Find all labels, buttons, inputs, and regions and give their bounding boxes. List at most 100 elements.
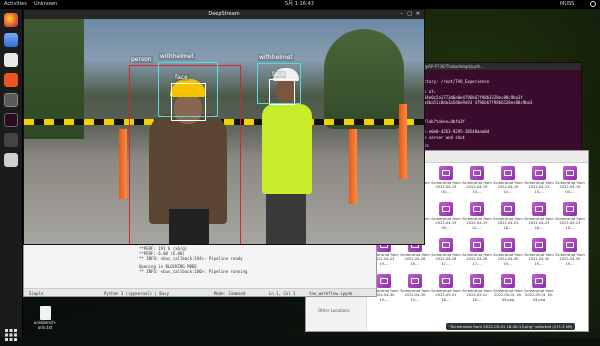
file-item[interactable]: Screenshot from 2022-04-19 00-... — [555, 166, 585, 198]
image-file-icon — [501, 274, 515, 288]
image-file-icon — [408, 274, 422, 288]
file-item[interactable]: Screenshot from 2022-04-26 17-... — [431, 238, 461, 270]
desktop-icon-label: unixbench-orin.txt — [33, 320, 57, 330]
file-item[interactable]: Screenshot from 2022-04-19 10-... — [493, 166, 523, 198]
terminal-title: @AP-P736/ThaboAdapt/pyth... — [421, 63, 581, 70]
desktop-icon-unixbench[interactable]: unixbench-orin.txt — [30, 306, 60, 330]
minimize-icon[interactable]: – — [401, 10, 404, 19]
image-file-icon — [439, 238, 453, 252]
text-file-icon — [39, 306, 51, 320]
software-icon[interactable] — [4, 73, 18, 87]
image-file-icon — [439, 274, 453, 288]
app-menu[interactable]: Unknown — [34, 0, 57, 9]
clock[interactable]: 5月 1 16:43 — [285, 0, 314, 9]
image-file-icon — [532, 166, 546, 180]
file-item[interactable]: Screenshot from 2022-05-01 16-43.png — [524, 274, 554, 306]
jupyter-icon[interactable] — [4, 133, 18, 147]
file-label: Screenshot from 2022-04-19 00-... — [431, 217, 461, 230]
file-label: Screenshot from 2022-04-23 13-... — [524, 181, 554, 194]
file-label: Screenshot from 2022-05-01 16-43.png — [493, 289, 523, 302]
file-label: Screenshot from 2022-04-26 16-... — [400, 253, 430, 266]
app-grid-icon[interactable] — [4, 327, 18, 341]
file-item[interactable]: Screenshot from 2022-04-19 01-... — [462, 202, 492, 234]
file-label: Screenshot from 2022-04-26 17-... — [462, 253, 492, 266]
image-file-icon — [377, 274, 391, 288]
file-item[interactable]: Screenshot from 2022-04-19 00-... — [431, 202, 461, 234]
bbox-label: face — [271, 71, 286, 78]
file-item[interactable]: Screenshot from 2022-04-26 17-... — [462, 238, 492, 270]
file-label: Screenshot from 2022-04-26 17-... — [431, 253, 461, 266]
power-icon[interactable] — [590, 1, 596, 7]
traffic-cone — [119, 129, 127, 199]
output-line: ** INFO: <bus_callback:194>: Pipeline re… — [139, 256, 243, 261]
status-simple[interactable]: Simple — [29, 291, 43, 296]
file-item[interactable]: Screenshot from 2022-04-23 16-... — [524, 202, 554, 234]
terminal-line: c-e0e0-4263-9295-38548aaa0d — [424, 129, 490, 134]
file-label: Screenshot from 2022-04-19 10-... — [462, 181, 492, 194]
dock — [0, 9, 23, 341]
file-item[interactable]: Screenshot from 2022-04-30 19-... — [555, 238, 585, 270]
bbox-label: person — [130, 56, 153, 63]
drive-icon[interactable] — [4, 153, 18, 167]
file-item[interactable]: Screenshot from 2022-04-19 00-... — [431, 166, 461, 198]
status-position: Ln 1, Col 1 — [269, 291, 296, 296]
status-file: tao_workflow.ipynb — [309, 291, 353, 296]
file-item[interactable]: Screenshot from 2022-04-30 19-... — [493, 238, 523, 270]
file-item[interactable]: Screenshot from 2022-05-01 16-43.png — [493, 274, 523, 306]
file-item[interactable]: Screenshot from 2022-05-01 16-... — [462, 274, 492, 306]
selection-status: "Screenshot from 2022-05-01 16-40-13.png… — [446, 323, 576, 330]
settings-icon[interactable] — [4, 93, 18, 107]
file-item[interactable]: Screenshot from 2022-04-23 16-... — [493, 202, 523, 234]
output-line: ** INFO: <bus_callback:180>: Pipeline ru… — [139, 269, 248, 274]
terminal-line: ctory: /root/TAO_Experience — [424, 79, 490, 84]
file-item[interactable]: Screenshot from 2022-04-30 19-... — [400, 274, 430, 306]
sidebar-item-other-locations[interactable]: Other Locations — [318, 308, 350, 313]
file-item[interactable]: Screenshot from 2022-04-30 19-... — [524, 238, 554, 270]
file-label: Screenshot from 2022-04-23 16-... — [524, 217, 554, 230]
close-icon[interactable]: ✕ — [416, 10, 420, 19]
file-label: Screenshot from 2022-04-19 00-... — [555, 181, 585, 194]
bbox-face — [269, 79, 295, 105]
image-file-icon — [470, 166, 484, 180]
status-kernel: Python 3 (ipykernel) | Busy — [104, 291, 170, 296]
bbox-face — [171, 83, 206, 121]
file-item[interactable]: Screenshot from 2022-04-19 10-... — [462, 166, 492, 198]
traffic-cone — [399, 104, 407, 179]
file-label: Screenshot from 2022-04-30 19-... — [555, 253, 585, 266]
image-file-icon — [470, 202, 484, 216]
image-file-icon — [532, 202, 546, 216]
activities-button[interactable]: Activities — [4, 0, 27, 9]
terminal-line: /lab?token=4bfa3f — [424, 119, 465, 124]
thunderbird-icon[interactable] — [4, 33, 18, 47]
terminal-line: o server and shut — [424, 135, 465, 140]
bbox-label: face — [174, 74, 189, 81]
firefox-icon[interactable] — [4, 13, 18, 27]
image-file-icon — [439, 202, 453, 216]
deepstream-titlebar: DeepStream ✕ □ – — [24, 10, 424, 19]
person-legs — [266, 194, 306, 244]
image-file-icon — [563, 238, 577, 252]
jupyter-window[interactable]: **PERF: 191 6 (x6/g) **PERF: 6.00 (6.00)… — [23, 243, 377, 297]
status-mode: Mode: Command — [214, 291, 246, 296]
image-file-icon — [563, 202, 577, 216]
file-label: Screenshot from 2022-04-19 00-... — [431, 181, 461, 194]
file-label: Screenshot from 2022-04-30 19-... — [493, 253, 523, 266]
files-icon[interactable] — [4, 53, 18, 67]
deepstream-window[interactable]: DeepStream ✕ □ – person withhelmet face … — [23, 9, 425, 245]
file-label: Screenshot from 2022-04-23 18-... — [555, 217, 585, 230]
terminal-line: a4ba51c8da3a5d6e9a93 4796b67f98b6328ec88… — [424, 100, 533, 105]
bbox-label: withhelmet — [258, 54, 294, 61]
file-item[interactable]: Screenshot from 2022-05-01 16-... — [431, 274, 461, 306]
file-label: Screenshot from 2022-04-30 19-... — [524, 253, 554, 266]
terminal-line: s at: — [424, 89, 437, 94]
terminal-window[interactable]: @AP-P736/ThaboAdapt/pyth... ctory: /root… — [420, 62, 582, 152]
terminal-icon[interactable] — [4, 113, 18, 127]
file-item[interactable]: Screenshot from 2022-04-23 18-... — [555, 202, 585, 234]
file-item[interactable]: Screenshot from 2022-04-23 13-... — [524, 166, 554, 198]
maximize-icon[interactable]: □ — [407, 10, 412, 19]
file-label: Screenshot from 2022-04-19 10-... — [493, 181, 523, 194]
system-indicators[interactable]: MUSS — [560, 0, 574, 9]
window-title: DeepStream — [208, 11, 240, 17]
image-file-icon — [563, 166, 577, 180]
image-file-icon — [501, 166, 515, 180]
